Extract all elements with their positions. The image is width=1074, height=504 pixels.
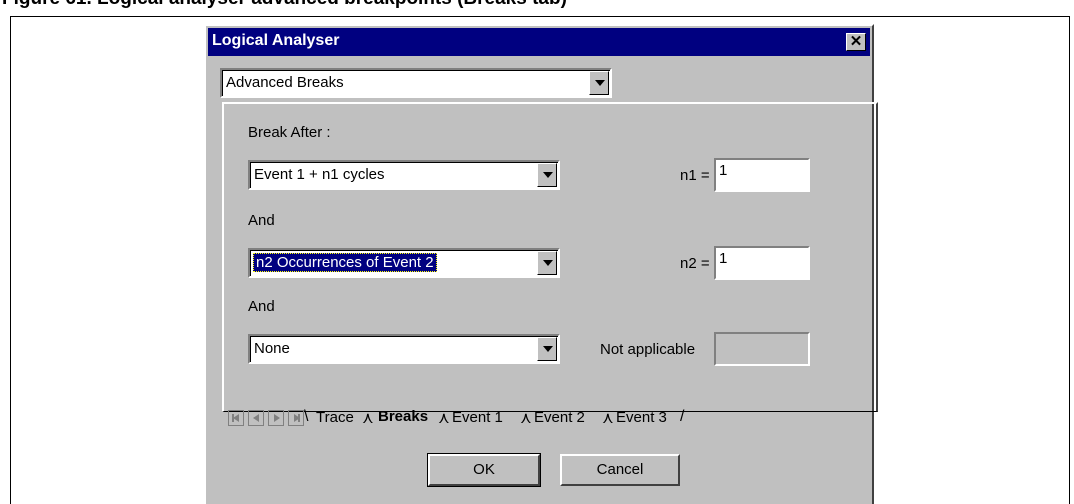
condition-1-dropdown[interactable]: Event 1 + n1 cycles [248, 160, 560, 190]
tab-breaks[interactable]: Breaks [378, 408, 428, 425]
chevron-down-icon[interactable] [537, 163, 557, 187]
tab-divider: ⋏ [602, 410, 614, 427]
not-applicable-label: Not applicable [600, 341, 696, 358]
ok-button[interactable]: OK [427, 453, 541, 487]
tab-divider: ⋏ [520, 410, 532, 427]
mode-dropdown[interactable]: Advanced Breaks [220, 68, 612, 98]
tab-divider: \ [304, 408, 309, 425]
n2-input[interactable]: 1 [714, 246, 810, 280]
breaks-panel: Break After : Event 1 + n1 cycles n1 = 1… [222, 102, 878, 412]
chevron-down-icon[interactable] [589, 71, 609, 95]
tab-divider: ⋏ [362, 410, 374, 427]
title-bar[interactable]: Logical Analyser ✕ [208, 28, 870, 56]
chevron-down-icon[interactable] [537, 251, 557, 275]
and-label-1: And [248, 212, 275, 229]
n1-input[interactable]: 1 [714, 158, 810, 192]
tab-divider: / [680, 408, 685, 425]
condition-2-value: n2 Occurrences of Event 2 [253, 253, 437, 272]
condition-3-dropdown[interactable]: None [248, 334, 560, 364]
first-tab-icon[interactable] [228, 410, 244, 426]
tab-divider: ⋏ [438, 410, 450, 427]
break-after-label: Break After : [248, 124, 331, 141]
prev-tab-icon[interactable] [248, 410, 264, 426]
tab-event-2[interactable]: Event 2 [534, 409, 585, 426]
n1-label: n1 = [680, 167, 710, 184]
tab-event-3[interactable]: Event 3 [616, 409, 667, 426]
condition-3-value: None [254, 340, 290, 357]
condition-2-dropdown[interactable]: n2 Occurrences of Event 2 [248, 248, 560, 278]
not-applicable-input [714, 332, 810, 366]
tab-event-1[interactable]: Event 1 [452, 409, 503, 426]
condition-1-value: Event 1 + n1 cycles [254, 166, 385, 183]
next-tab-icon[interactable] [268, 410, 284, 426]
figure-caption: Figure 61. Logical analyser advanced bre… [0, 0, 1074, 14]
last-tab-icon[interactable] [288, 410, 304, 426]
close-icon: ✕ [849, 33, 863, 50]
close-button[interactable]: ✕ [846, 33, 866, 51]
chevron-down-icon[interactable] [537, 337, 557, 361]
n2-label: n2 = [680, 255, 710, 272]
cancel-button[interactable]: Cancel [560, 454, 680, 486]
tab-bar: \ Trace ⋏ Breaks ⋏ Event 1 ⋏ Event 2 ⋏ E… [222, 406, 878, 430]
logical-analyser-dialog: Logical Analyser ✕ Advanced Breaks Break… [204, 24, 878, 504]
window-title: Logical Analyser [212, 32, 340, 49]
n1-value: 1 [719, 162, 728, 179]
and-label-2: And [248, 298, 275, 315]
mode-dropdown-value: Advanced Breaks [226, 74, 344, 91]
n2-value: 1 [719, 250, 728, 267]
figure-caption-text: Figure 61. Logical analyser advanced bre… [2, 0, 567, 10]
tab-trace[interactable]: Trace [316, 409, 354, 426]
